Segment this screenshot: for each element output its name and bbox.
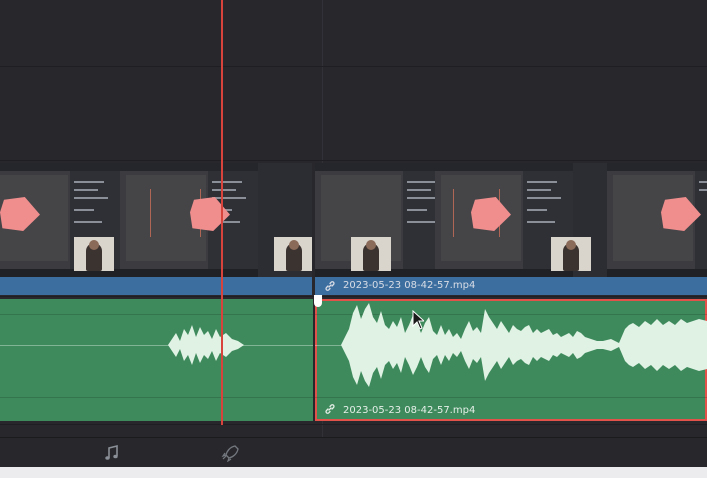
track-separator — [0, 66, 707, 67]
webcam-overlay — [74, 237, 114, 271]
track-separator — [0, 296, 707, 297]
mouse-cursor-icon — [412, 310, 424, 330]
video-thumbnails — [315, 163, 707, 277]
playhead[interactable] — [221, 0, 223, 425]
webcam-overlay — [351, 237, 391, 271]
music-note-icon[interactable] — [102, 444, 122, 462]
track-separator — [0, 424, 707, 425]
window-footer — [0, 467, 707, 478]
bottom-toolbar — [0, 437, 707, 468]
timeline[interactable]: 2023-05-23 08-42-57.mp4 2023-05-23 08-42… — [0, 0, 707, 437]
clip-name-bar — [0, 277, 312, 295]
video-clip-selected[interactable]: 2023-05-23 08-42-57.mp4 — [315, 163, 707, 295]
thumbnail-frame — [607, 163, 707, 277]
thumbnail-frame — [120, 163, 258, 277]
video-clip[interactable] — [0, 163, 312, 295]
track-separator — [0, 160, 707, 161]
video-clip-label: 2023-05-23 08-42-57.mp4 — [343, 280, 476, 291]
webcam-overlay — [551, 237, 591, 271]
clip-trim-handle[interactable] — [314, 295, 322, 307]
audio-clip-label: 2023-05-23 08-42-57.mp4 — [343, 405, 476, 416]
audio-waveform — [341, 303, 707, 387]
audio-clip[interactable] — [0, 299, 313, 421]
webcam-overlay — [274, 237, 312, 271]
audio-clip-selected[interactable]: 2023-05-23 08-42-57.mp4 — [315, 299, 707, 421]
link-icon — [325, 404, 335, 414]
audio-waveform — [168, 325, 244, 365]
rocket-icon[interactable] — [220, 444, 240, 463]
link-icon — [325, 281, 335, 291]
video-thumbnails — [0, 163, 312, 277]
clip-name-bar: 2023-05-23 08-42-57.mp4 — [315, 277, 707, 295]
